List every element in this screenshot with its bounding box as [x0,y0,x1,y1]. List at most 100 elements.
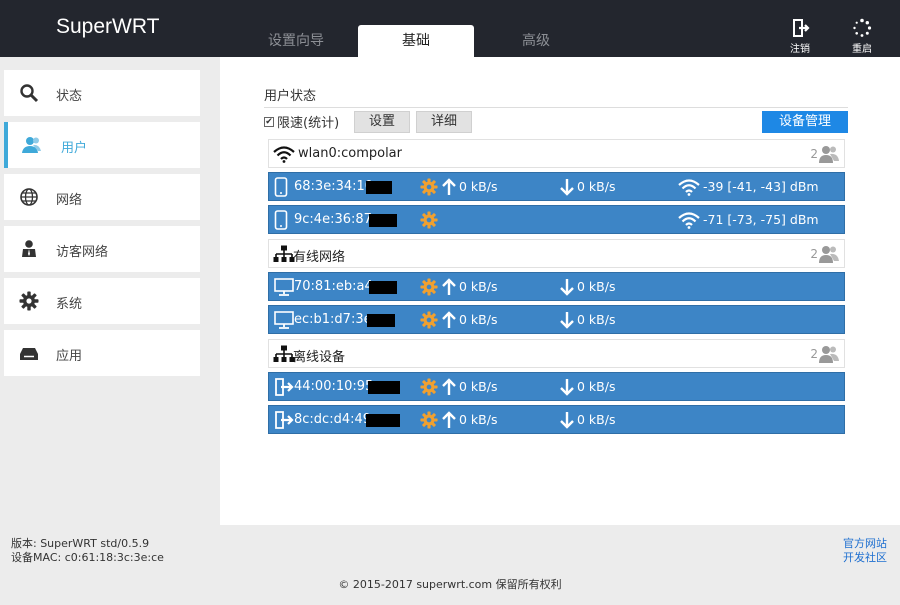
wifi-signal-icon [678,212,700,229]
redacted-block [366,414,400,427]
group-row-wired[interactable]: 有线网络 2 [268,239,845,268]
mobile-phone-icon [274,210,288,230]
app-title: SuperWRT [56,15,160,38]
sidebar-item-label: 应用 [56,349,83,364]
version-info: 版本: SuperWRT std/0.5.9 设备MAC: c0:61:18:3… [11,537,164,565]
download-arrow-icon [560,279,574,296]
group-count: 2 [810,247,818,261]
device-mac-info: 设备MAC: c0:61:18:3c:3e:ce [11,551,164,564]
globe-icon [20,188,38,206]
download-speed: 0 kB/s [577,179,616,194]
sidebar-item-status[interactable]: 状态 [4,70,200,116]
redacted-block [366,181,392,194]
reboot-button[interactable]: 重启 [844,18,880,55]
download-arrow-icon [560,312,574,329]
device-mac: ec:b1:d7:3e: [294,312,376,327]
upload-arrow-icon [442,311,456,328]
tab-basic[interactable]: 基础 [358,25,474,57]
firmware-version: 版本: SuperWRT std/0.5.9 [11,537,150,550]
dev-community-link[interactable]: 开发社区 [843,551,887,565]
details-button[interactable]: 详细 [416,111,472,133]
tab-setup-wizard[interactable]: 设置向导 [238,25,354,57]
device-settings-icon[interactable] [420,311,438,329]
device-row[interactable]: 68:3e:34:10: 0 kB/s 0 kB/s -39 [-41, -43… [268,172,845,201]
device-row[interactable]: 70:81:eb:a4: 0 kB/s 0 kB/s [268,272,845,301]
network-icon [273,245,295,262]
settings-button[interactable]: 设置 [354,111,410,133]
logout-button[interactable]: 注销 [782,18,818,55]
users-icon [819,146,839,163]
device-row[interactable]: 44:00:10:95: 0 kB/s 0 kB/s [268,372,845,401]
redacted-block [369,281,397,294]
logout-icon [793,19,810,37]
sidebar-item-network[interactable]: 网络 [4,174,200,220]
app-icon [20,348,38,360]
group-name: wlan0:compolar [298,146,402,161]
download-speed: 0 kB/s [577,279,616,294]
gear-icon [19,291,39,311]
device-row[interactable]: ec:b1:d7:3e: 0 kB/s 0 kB/s [268,305,845,334]
official-site-link[interactable]: 官方网站 [843,537,887,551]
users-icon [819,246,839,263]
upload-speed: 0 kB/s [459,279,498,294]
group-count: 2 [810,347,818,361]
device-settings-icon[interactable] [420,378,438,396]
mobile-phone-icon [274,177,288,197]
signal-strength: -71 [-73, -75] dBm [703,212,819,227]
sign-out-icon [275,411,294,429]
sidebar-item-label: 状态 [56,89,83,104]
sidebar-item-label: 系统 [56,297,83,312]
device-settings-icon[interactable] [420,178,438,196]
checkbox-checked-icon: ✔ [264,116,274,127]
download-speed: 0 kB/s [577,379,616,394]
spinner-icon [853,18,872,37]
sidebar-item-label: 用户 [61,141,88,156]
logout-label: 注销 [790,44,810,55]
sidebar-item-guest-network[interactable]: 访客网络 [4,226,200,272]
upload-speed: 0 kB/s [459,312,498,327]
device-settings-icon[interactable] [420,411,438,429]
desktop-icon [274,311,294,329]
upload-speed: 0 kB/s [459,179,498,194]
sidebar-item-users[interactable]: 用户 [4,122,200,168]
download-arrow-icon [560,412,574,429]
limit-checkbox[interactable]: ✔ 限速(统计) [264,112,339,131]
upload-arrow-icon [442,411,456,428]
redacted-block [368,381,400,394]
download-speed: 0 kB/s [577,312,616,327]
upload-arrow-icon [442,278,456,295]
download-arrow-icon [560,179,574,196]
guest-icon [22,240,36,257]
device-settings-icon[interactable] [420,278,438,296]
group-count: 2 [810,147,818,161]
download-arrow-icon [560,379,574,396]
device-mac: 8c:dc:d4:49: [294,412,376,427]
sidebar-item-apps[interactable]: 应用 [4,330,200,376]
user-icon [22,137,41,153]
users-icon [819,346,839,363]
reboot-label: 重启 [852,44,872,55]
limit-label: 限速(统计) [277,116,340,131]
device-settings-icon[interactable] [420,211,438,229]
divider [264,107,848,108]
device-manage-button[interactable]: 设备管理 [762,111,848,133]
group-row-wlan[interactable]: wlan0:compolar 2 [268,139,845,168]
footer-links: 官方网站 开发社区 [843,537,887,565]
device-mac: 44:00:10:95: [294,379,378,394]
desktop-icon [274,278,294,296]
wifi-icon [273,146,295,163]
tab-advanced[interactable]: 高级 [478,25,594,57]
redacted-block [367,314,395,327]
group-row-offline[interactable]: 离线设备 2 [268,339,845,368]
sidebar-item-label: 网络 [56,193,83,208]
upload-arrow-icon [442,178,456,195]
device-mac: 68:3e:34:10: [294,179,378,194]
device-row[interactable]: 8c:dc:d4:49: 0 kB/s 0 kB/s [268,405,845,434]
redacted-block [369,214,397,227]
device-row[interactable]: 9c:4e:36:87: -71 [-73, -75] dBm [268,205,845,234]
group-name: 有线网络 [293,250,346,265]
device-mac: 70:81:eb:a4: [294,279,378,294]
copyright: © 2015-2017 superwrt.com 保留所有权利 [338,578,562,591]
sidebar-item-system[interactable]: 系统 [4,278,200,324]
network-icon [273,345,295,362]
